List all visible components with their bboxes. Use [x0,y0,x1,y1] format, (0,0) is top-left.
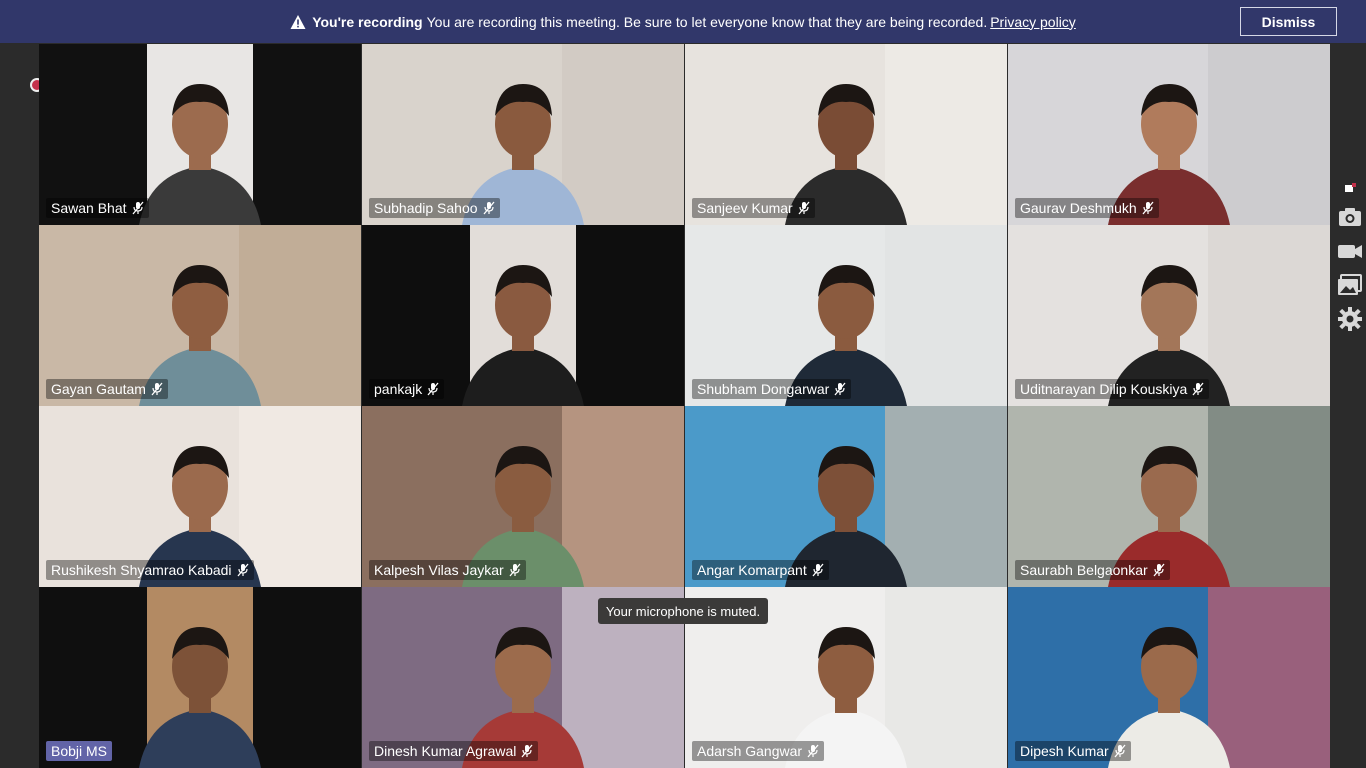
participant-name: Uditnarayan Dilip Kouskiya [1015,379,1210,399]
participant-name: Saurabh Belgaonkar [1015,560,1170,580]
participant-name: Subhadip Sahoo [369,198,500,218]
participant-name-label: Rushikesh Shyamrao Kabadi [51,562,232,578]
mic-muted-tooltip: Your microphone is muted. [598,598,768,624]
participant-name-label: Kalpesh Vilas Jaykar [374,562,504,578]
mic-muted-icon [834,382,846,396]
participant-name: Kalpesh Vilas Jaykar [369,560,526,580]
mic-muted-icon [132,201,143,215]
video-icon[interactable] [1337,238,1363,264]
participant-name-label: Dipesh Kumar [1020,743,1109,759]
mic-muted-icon [812,563,824,577]
participant-tile[interactable]: Angar Komarpant [685,406,1007,587]
participant-name-label: Saurabh Belgaonkar [1020,562,1148,578]
recording-banner: You're recording You are recording this … [0,0,1366,43]
participant-name: Angar Komarpant [692,560,829,580]
participant-name-label: Shubham Dongarwar [697,381,830,397]
participant-tile[interactable]: Sanjeev Kumar [685,44,1007,225]
participant-name-label: Gaurav Deshmukh [1020,200,1137,216]
mic-muted-icon [1142,201,1154,215]
participant-name: Gayan Gautam [46,379,168,399]
participant-name-label: Bobji MS [51,743,108,759]
mic-muted-icon [151,382,163,396]
participant-name-label: Gayan Gautam [51,381,146,397]
right-toolbar [1334,178,1366,332]
participant-name: Sanjeev Kumar [692,198,815,218]
participant-tile[interactable]: Uditnarayan Dilip Kouskiya [1008,225,1330,406]
participant-name: Adarsh Gangwar [692,741,825,761]
dismiss-button[interactable]: Dismiss [1240,7,1337,36]
participant-tile[interactable]: Gaurav Deshmukh [1008,44,1330,225]
participant-name: Dinesh Kumar Agrawal [369,741,539,761]
participant-tile[interactable]: Sawan Bhat [39,44,361,225]
participant-name: Dipesh Kumar [1015,741,1131,761]
participant-tile[interactable]: Saurabh Belgaonkar [1008,406,1330,587]
banner-message: You are recording this meeting. Be sure … [426,13,988,30]
warning-icon [290,14,306,29]
participant-name-label: Uditnarayan Dilip Kouskiya [1020,381,1188,397]
participant-name: Sawan Bhat [46,198,149,218]
participant-tile[interactable]: pankajk [362,225,684,406]
mic-muted-icon [807,744,819,758]
participant-tile[interactable]: Bobji MS [39,587,361,768]
camera-icon[interactable] [1337,204,1363,230]
participant-tile[interactable]: Dipesh Kumar [1008,587,1330,768]
mic-muted-icon [1153,563,1165,577]
pin-icon[interactable] [1342,182,1358,196]
participant-name: Rushikesh Shyamrao Kabadi [46,560,254,580]
gear-icon[interactable] [1337,306,1363,332]
privacy-policy-link[interactable]: Privacy policy [990,14,1076,30]
mic-muted-icon [483,201,495,215]
participant-name-label: Subhadip Sahoo [374,200,478,216]
image-icon[interactable] [1337,272,1363,298]
participant-tile[interactable]: Shubham Dongarwar [685,225,1007,406]
mic-muted-icon [427,382,439,396]
video-grid: Sawan Bhat Subhadip Sahoo Sanjeev Kumar Gau… [39,44,1330,768]
participant-name-label: Dinesh Kumar Agrawal [374,743,517,759]
participant-name-label: Sanjeev Kumar [697,200,793,216]
participant-name: pankajk [369,379,445,399]
mic-muted-icon [521,744,533,758]
participant-name-label: Sawan Bhat [51,200,127,216]
mic-muted-icon [1192,382,1204,396]
participant-name: Bobji MS [46,741,113,761]
participant-tile[interactable]: Subhadip Sahoo [362,44,684,225]
participant-name: Gaurav Deshmukh [1015,198,1159,218]
participant-name-label: Angar Komarpant [697,562,807,578]
mic-muted-icon [237,563,249,577]
participant-tile[interactable]: Gayan Gautam [39,225,361,406]
mic-muted-icon [1114,744,1126,758]
banner-title: You're recording [312,13,423,30]
participant-name-label: pankajk [374,381,423,397]
mic-muted-icon [509,563,521,577]
participant-tile[interactable]: Kalpesh Vilas Jaykar [362,406,684,587]
mic-muted-icon [798,201,810,215]
participant-tile[interactable]: Rushikesh Shyamrao Kabadi [39,406,361,587]
participant-name: Shubham Dongarwar [692,379,852,399]
participant-name-label: Adarsh Gangwar [697,743,803,759]
